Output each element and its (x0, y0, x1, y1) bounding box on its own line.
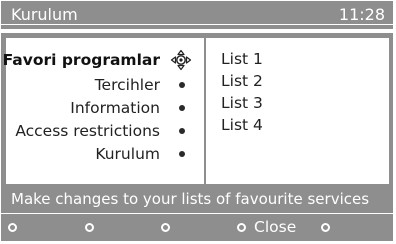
menu-item-favori-programlar[interactable]: Favori programlar (2, 48, 192, 72)
list-item-4[interactable]: List 4 (221, 114, 263, 136)
title-bar: Kurulum 11:28 (1, 1, 393, 29)
menu-item-tercihler[interactable]: Tercihler (95, 73, 190, 97)
softkey-1[interactable] (8, 215, 17, 239)
menu-item-label: Favori programlar (2, 51, 160, 69)
menu-item-information[interactable]: Information (70, 96, 190, 120)
title-divider (1, 24, 393, 25)
menu-item-label: Kurulum (95, 145, 160, 163)
navigation-cross-icon (170, 49, 192, 71)
list-item-2[interactable]: List 2 (221, 70, 263, 92)
list-item-3[interactable]: List 3 (221, 92, 263, 114)
main-area: Favori programlar Tercihler Information … (1, 33, 393, 185)
dot-icon (179, 128, 185, 134)
dot-icon (179, 151, 185, 157)
softkey-5[interactable] (321, 215, 330, 239)
tv-menu-screen: Kurulum 11:28 Favori programlar Tercihle… (0, 0, 396, 244)
footer-bar: Make changes to your lists of favourite … (1, 185, 393, 241)
favourite-lists-panel: List 1 List 2 List 3 List 4 (206, 38, 389, 184)
menu-item-kurulum[interactable]: Kurulum (95, 142, 190, 166)
menu-item-label: Access restrictions (15, 122, 160, 140)
circle-icon (8, 222, 17, 232)
menu-item-label: Tercihler (94, 76, 160, 94)
settings-menu: Favori programlar Tercihler Information … (2, 38, 204, 184)
circle-icon (161, 222, 170, 232)
dot-icon (179, 105, 185, 111)
help-text: Make changes to your lists of favourite … (11, 190, 370, 208)
dot-icon (179, 82, 185, 88)
softkey-3[interactable] (161, 215, 170, 239)
circle-icon (237, 222, 246, 232)
list-item-1[interactable]: List 1 (221, 48, 263, 70)
footer-divider (1, 213, 393, 214)
circle-icon (321, 222, 330, 232)
close-button[interactable]: Close (237, 215, 296, 239)
circle-icon (85, 222, 94, 232)
softkey-2[interactable] (85, 215, 94, 239)
close-label: Close (254, 218, 297, 236)
menu-item-access-restrictions[interactable]: Access restrictions (15, 119, 190, 143)
menu-item-label: Information (70, 99, 160, 117)
